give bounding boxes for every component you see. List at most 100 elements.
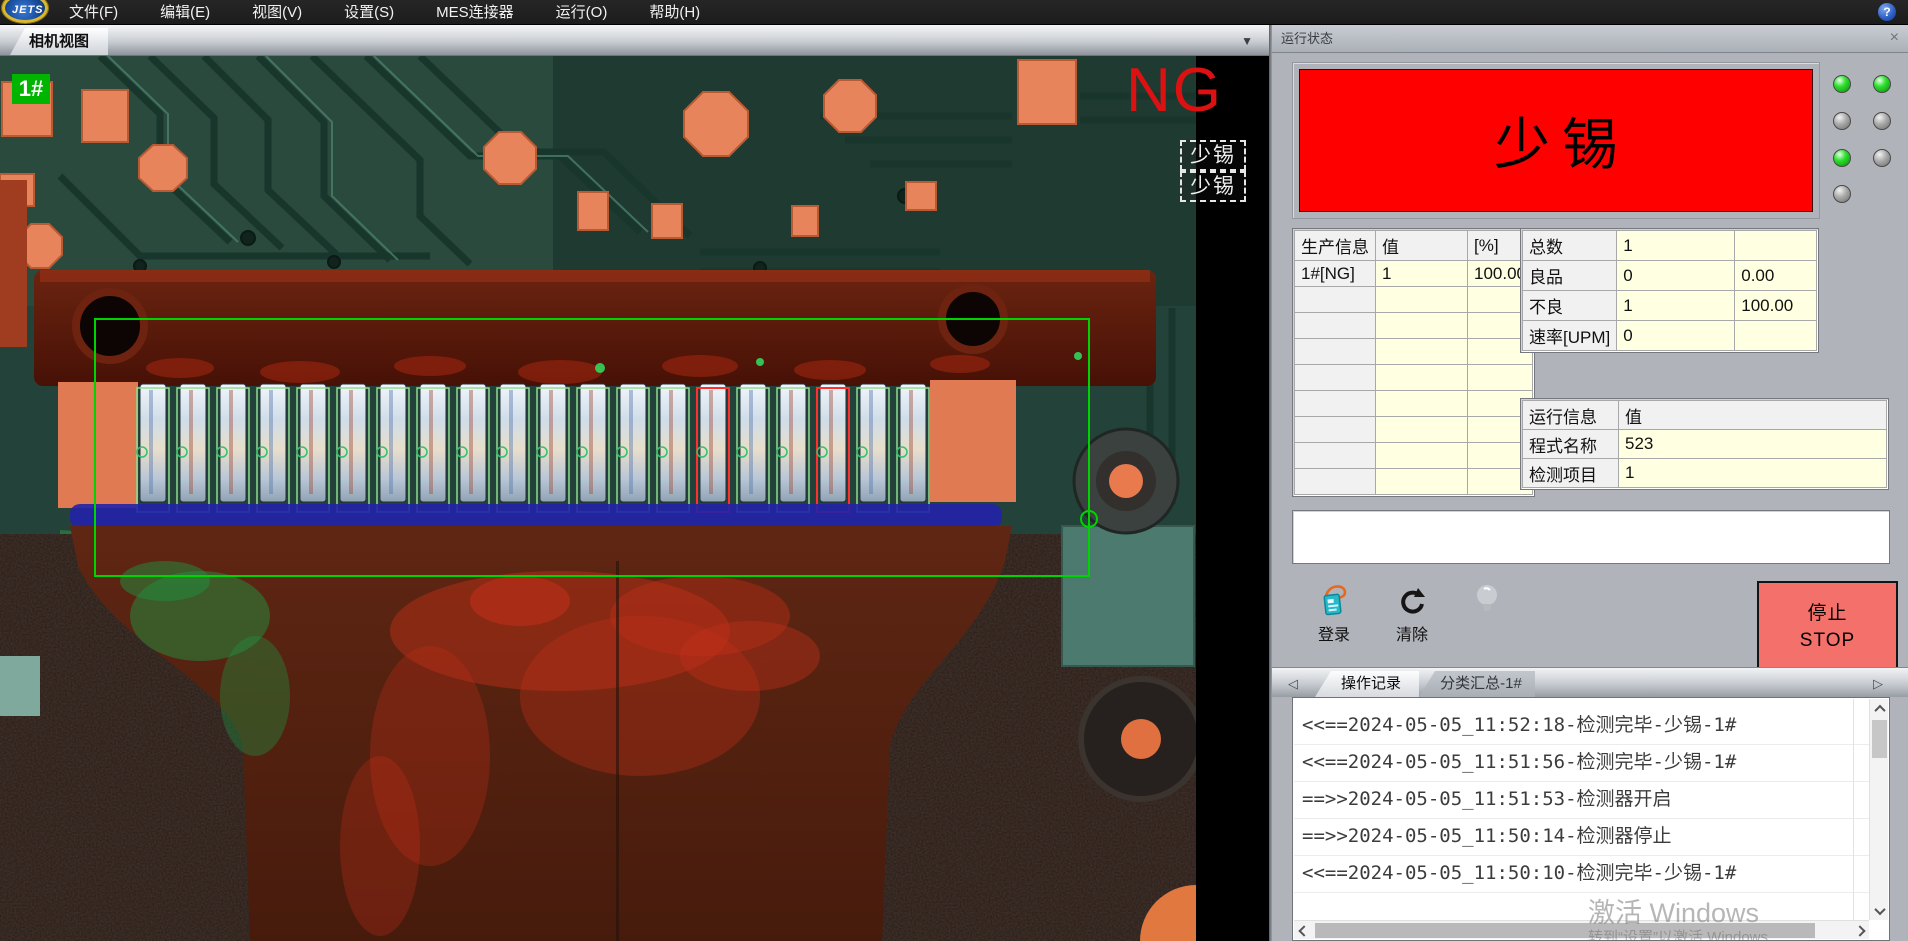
table-row bbox=[1295, 391, 1533, 417]
tab-camera-view[interactable]: 相机视图 bbox=[10, 28, 108, 55]
menu-help[interactable]: 帮助(H) bbox=[628, 0, 721, 25]
cell bbox=[1376, 391, 1468, 417]
button-label: 清除 bbox=[1383, 621, 1441, 645]
column-header: 运行信息 bbox=[1523, 401, 1619, 430]
cell bbox=[1295, 313, 1376, 339]
status-light-7 bbox=[1833, 185, 1851, 203]
stop-label-cn: 停止 bbox=[1807, 601, 1847, 628]
menu-run[interactable]: 运行(O) bbox=[535, 0, 629, 25]
panel-title: 运行状态 bbox=[1281, 31, 1333, 46]
led-light-button[interactable]: LED 灯 bbox=[1458, 577, 1516, 647]
cell: 1 bbox=[1619, 459, 1887, 488]
button-label: 登录 bbox=[1305, 621, 1363, 645]
cell: 检测项目 bbox=[1523, 459, 1619, 488]
cell bbox=[1376, 313, 1468, 339]
panel-body: 少锡 生产信息 值 [%] 1#[NG]1100.00 bbox=[1272, 53, 1908, 941]
cell: 1 bbox=[1617, 231, 1735, 261]
cell bbox=[1735, 231, 1817, 261]
cell bbox=[1376, 287, 1468, 313]
table-row: 程式名称523 bbox=[1523, 430, 1887, 459]
menu-mes-connector[interactable]: MES连接器 bbox=[415, 0, 535, 25]
alarm-message: 少锡 bbox=[1299, 69, 1813, 212]
table-row: 速率[UPM]0 bbox=[1523, 321, 1817, 351]
cell: 不良 bbox=[1523, 291, 1617, 321]
table-row bbox=[1295, 469, 1533, 495]
status-light-2 bbox=[1873, 75, 1891, 93]
help-icon[interactable]: ? bbox=[1878, 3, 1896, 21]
cell: 0 bbox=[1617, 321, 1735, 351]
tab-scroll-left-icon[interactable]: ◁ bbox=[1288, 676, 1298, 692]
table-row: 总数1 bbox=[1523, 231, 1817, 261]
scrollbar-thumb[interactable] bbox=[1315, 923, 1815, 938]
menu-edit[interactable]: 编辑(E) bbox=[139, 0, 231, 25]
status-light-4 bbox=[1873, 112, 1891, 130]
table-row bbox=[1295, 287, 1533, 313]
cell: 0 bbox=[1617, 261, 1735, 291]
table-row bbox=[1295, 339, 1533, 365]
app-window: JETS 文件(F) 编辑(E) 视图(V) 设置(S) MES连接器 运行(O… bbox=[0, 0, 1908, 941]
cell bbox=[1295, 287, 1376, 313]
login-button[interactable]: 登录 bbox=[1305, 577, 1363, 647]
cell bbox=[1295, 469, 1376, 495]
cell bbox=[1376, 339, 1468, 365]
cell bbox=[1376, 469, 1468, 495]
scroll-left-icon[interactable] bbox=[1294, 921, 1313, 940]
log-entry[interactable]: <<==2024-05-05_11:52:18-检测完毕-少锡-1# bbox=[1294, 708, 1869, 745]
id-badge-icon bbox=[1305, 577, 1363, 617]
menu-settings[interactable]: 设置(S) bbox=[323, 0, 415, 25]
bulb-icon bbox=[1458, 577, 1516, 617]
table-row bbox=[1295, 417, 1533, 443]
table-row: 1#[NG]1100.00 bbox=[1295, 261, 1533, 287]
clear-button[interactable]: 清除 bbox=[1383, 577, 1441, 647]
cell: 良品 bbox=[1523, 261, 1617, 291]
scroll-right-icon[interactable] bbox=[1850, 921, 1869, 940]
scroll-down-icon[interactable] bbox=[1870, 901, 1889, 920]
menu-view[interactable]: 视图(V) bbox=[231, 0, 323, 25]
tab-classification-summary[interactable]: 分类汇总-1# bbox=[1419, 671, 1535, 697]
alarm-frame: 少锡 bbox=[1292, 62, 1820, 219]
chevron-down-icon[interactable]: ▼ bbox=[1241, 34, 1253, 48]
cell bbox=[1295, 443, 1376, 469]
cell bbox=[1295, 339, 1376, 365]
column-header: 生产信息 bbox=[1295, 231, 1376, 261]
close-icon[interactable]: × bbox=[1890, 25, 1899, 51]
log-entry[interactable] bbox=[1294, 893, 1869, 920]
log-entry[interactable]: ==>>2024-05-05_11:51:53-检测器开启 bbox=[1294, 782, 1869, 819]
vertical-scrollbar[interactable] bbox=[1869, 699, 1888, 920]
statistics-table: 总数1 良品00.00 不良1100.00 速率[UPM]0 bbox=[1520, 228, 1819, 353]
camera-id-badge: 1# bbox=[12, 74, 50, 104]
cell: 1 bbox=[1376, 261, 1468, 287]
camera-tab-strip: 相机视图 ▼ bbox=[0, 25, 1269, 56]
log-entry[interactable]: ==>>2024-05-05_11:50:14-检测器停止 bbox=[1294, 819, 1869, 856]
logo-text: JETS bbox=[12, 4, 44, 16]
cell: 速率[UPM] bbox=[1523, 321, 1617, 351]
scroll-up-icon[interactable] bbox=[1870, 699, 1889, 718]
scrollbar-thumb[interactable] bbox=[1872, 720, 1887, 758]
log-entry[interactable]: <<==2024-05-05_11:51:56-检测完毕-少锡-1# bbox=[1294, 745, 1869, 782]
cell: 1 bbox=[1617, 291, 1735, 321]
column-header: 值 bbox=[1376, 231, 1468, 261]
horizontal-scrollbar[interactable] bbox=[1294, 920, 1869, 939]
column-header: 值 bbox=[1619, 401, 1887, 430]
stop-button[interactable]: 停止 STOP bbox=[1757, 581, 1898, 674]
cell bbox=[1295, 365, 1376, 391]
refresh-icon bbox=[1383, 577, 1441, 617]
defect-label: 少锡 bbox=[1180, 140, 1246, 171]
log-tab-strip: ◁ 操作记录 分类汇总-1# ▷ bbox=[1272, 667, 1908, 697]
table-row bbox=[1295, 443, 1533, 469]
menu-file[interactable]: 文件(F) bbox=[48, 0, 139, 25]
cell bbox=[1376, 365, 1468, 391]
log-entry[interactable]: <<==2024-05-05_11:50:10-检测完毕-少锡-1# bbox=[1294, 856, 1869, 893]
message-box[interactable] bbox=[1292, 510, 1890, 564]
cell bbox=[1295, 391, 1376, 417]
table-row: 不良1100.00 bbox=[1523, 291, 1817, 321]
tab-scroll-right-icon[interactable]: ▷ bbox=[1873, 676, 1883, 692]
tab-operation-log[interactable]: 操作记录 bbox=[1315, 671, 1419, 697]
cell bbox=[1376, 443, 1468, 469]
column-divider bbox=[1853, 699, 1854, 920]
status-light-3 bbox=[1833, 112, 1851, 130]
run-status-panel: 运行状态 × 少锡 生产信息 值 [%] bbox=[1272, 25, 1908, 941]
operation-log-list: <<==2024-05-05_11:52:18-检测完毕-少锡-1# <<==2… bbox=[1292, 697, 1890, 941]
cell: 523 bbox=[1619, 430, 1887, 459]
cell: 程式名称 bbox=[1523, 430, 1619, 459]
